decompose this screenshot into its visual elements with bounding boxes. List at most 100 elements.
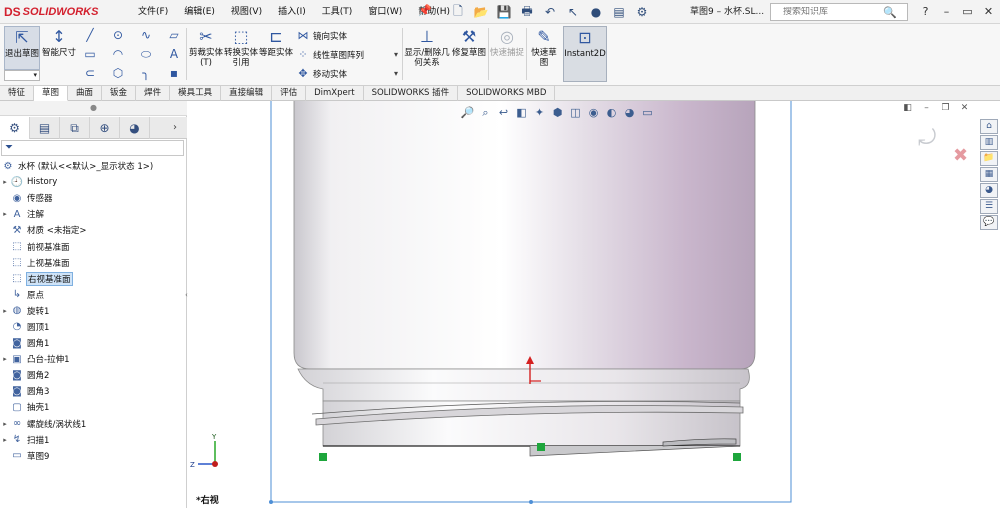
tree-item[interactable]: ▭ 草图9: [0, 448, 187, 464]
tree-item[interactable]: ▸ ↯ 扫描1: [0, 432, 187, 448]
configuration-manager-tab-icon[interactable]: ⧉: [60, 117, 90, 139]
file-properties-icon[interactable]: ▤: [609, 3, 629, 21]
mirror-entities-button[interactable]: ⋈ 镜向实体: [296, 28, 348, 44]
open-folder-icon[interactable]: 📂: [471, 3, 491, 21]
smart-dimension-button[interactable]: ↕ 智能尺寸: [42, 26, 76, 82]
rectangle-icon[interactable]: ▭: [80, 46, 100, 62]
zoom-to-fit-icon[interactable]: 🔎: [460, 105, 475, 121]
edit-appearance-icon[interactable]: ◐: [604, 105, 619, 121]
repair-sketch-button[interactable]: ⚒ 修复草图: [452, 26, 486, 82]
tab-features[interactable]: 特征: [0, 86, 35, 101]
polygon-icon[interactable]: ⬡: [108, 65, 128, 81]
tab-direct-editing[interactable]: 直接编辑: [221, 86, 273, 101]
options-gear-icon[interactable]: ⚙: [632, 3, 652, 21]
sketch-profile[interactable]: [529, 445, 741, 457]
exit-sketch-dropdown[interactable]: ▾: [4, 70, 40, 81]
tree-item[interactable]: ◙ 圆角1: [0, 335, 187, 351]
confirm-corner-icon[interactable]: ⤾: [918, 126, 936, 151]
menu-tools[interactable]: 工具(T): [314, 4, 361, 20]
tree-root[interactable]: ⚙ 水杯 (默认<<默认>_显示状态 1>): [0, 158, 187, 174]
display-style-icon[interactable]: ◫: [568, 105, 583, 121]
frame-handle[interactable]: [529, 500, 533, 504]
tab-evaluate[interactable]: 评估: [272, 86, 307, 101]
linear-pattern-button[interactable]: ⁘ 线性草图阵列: [296, 47, 364, 63]
print-icon[interactable]: 🖶: [517, 3, 537, 21]
ellipse-icon[interactable]: ⬭: [136, 46, 156, 62]
apply-scene-icon[interactable]: ◕: [622, 105, 637, 121]
save-icon[interactable]: 💾: [494, 3, 514, 21]
expand-arrow-icon[interactable]: ▸: [0, 307, 10, 315]
spline-icon[interactable]: ∿: [136, 27, 156, 43]
tree-item[interactable]: ▸ A 注解: [0, 206, 187, 222]
file-explorer-icon[interactable]: 📁: [980, 151, 998, 166]
viewport-close-icon[interactable]: ✕: [957, 101, 972, 115]
arc-icon[interactable]: ◠: [108, 46, 128, 62]
design-library-icon[interactable]: ▥: [980, 135, 998, 150]
tree-filter[interactable]: ⏷: [1, 140, 184, 156]
view-orientation-icon[interactable]: ⬢: [550, 105, 565, 121]
menu-edit[interactable]: 编辑(E): [176, 4, 223, 20]
appearances-icon[interactable]: ◕: [980, 183, 998, 198]
solidworks-logo[interactable]: DS SOLIDWORKS: [4, 3, 98, 21]
menu-file[interactable]: 文件(F): [130, 4, 176, 20]
line-icon[interactable]: ╱: [80, 27, 100, 43]
display-delete-relations-button[interactable]: ⊥ 显示/删除几何关系: [404, 26, 450, 82]
feature-manager-tab-icon[interactable]: ⚙: [0, 117, 30, 139]
quick-snaps-button[interactable]: ◎ 快速捕捉: [490, 26, 524, 82]
graphics-area[interactable]: Y Z 🔎 ⌕ ↩ ◧ ✦ ⬢ ◫ ◉ ◐ ◕ ▭ ◧ – ❐ ✕ ⌂ ▥ 📁 …: [188, 101, 1000, 508]
pin-icon[interactable]: 📌: [418, 4, 432, 18]
sketch-point[interactable]: [537, 443, 545, 451]
search-input[interactable]: [771, 7, 883, 17]
pattern-dropdown-icon[interactable]: ▾: [386, 47, 406, 63]
view-palette-icon[interactable]: ▦: [980, 167, 998, 182]
select-cursor-icon[interactable]: ↖: [563, 3, 583, 21]
new-document-icon[interactable]: 🗋: [448, 3, 468, 21]
sketch-point[interactable]: [733, 453, 741, 461]
dimxpert-manager-tab-icon[interactable]: ⊕: [90, 117, 120, 139]
expand-arrow-icon[interactable]: ▸: [0, 436, 10, 444]
viewport-minimize-icon[interactable]: –: [919, 101, 934, 115]
tree-item[interactable]: ▢ 抽壳1: [0, 399, 187, 415]
tree-item[interactable]: ◙ 圆角3: [0, 383, 187, 399]
solidworks-resources-icon[interactable]: ⌂: [980, 119, 998, 134]
slot-icon[interactable]: ⊂: [80, 65, 100, 81]
help-button[interactable]: ?: [916, 3, 935, 21]
sketch-point[interactable]: [319, 453, 327, 461]
expand-arrow-icon[interactable]: ▸: [0, 210, 10, 218]
dynamic-annotation-icon[interactable]: ✦: [532, 105, 547, 121]
zoom-area-icon[interactable]: ⌕: [478, 105, 493, 121]
custom-properties-icon[interactable]: ☰: [980, 199, 998, 214]
fillet-sketch-icon[interactable]: ╮: [136, 65, 156, 81]
previous-view-icon[interactable]: ↩: [496, 105, 511, 121]
tab-solidworks-mbd[interactable]: SOLIDWORKS MBD: [458, 86, 556, 101]
rapid-sketch-button[interactable]: ✎ 快速草图: [528, 26, 560, 82]
expand-arrow-icon[interactable]: ▸: [0, 420, 10, 428]
convert-entities-button[interactable]: ⬚ 转换实体引用: [224, 26, 258, 82]
undo-icon[interactable]: ↶: [540, 3, 560, 21]
menu-view[interactable]: 视图(V): [223, 4, 270, 20]
hide-show-items-icon[interactable]: ◉: [586, 105, 601, 121]
frame-handle[interactable]: [269, 500, 273, 504]
expand-arrow-icon[interactable]: ▸: [0, 178, 10, 186]
tree-item[interactable]: ▸ ∞ 螺旋线/涡状线1: [0, 416, 187, 432]
move-entities-button[interactable]: ✥ 移动实体: [296, 66, 347, 82]
circle-icon[interactable]: ⊙: [108, 27, 128, 43]
trim-entities-button[interactable]: ✂ 剪裁实体(T): [189, 26, 223, 82]
tab-surfaces[interactable]: 曲面: [68, 86, 103, 101]
tree-item[interactable]: ◉ 传感器: [0, 190, 187, 206]
menu-insert[interactable]: 插入(I): [270, 4, 314, 20]
minimize-button[interactable]: –: [937, 3, 956, 21]
menu-window[interactable]: 窗口(W): [360, 4, 410, 20]
viewport-maximize-icon[interactable]: ❐: [938, 101, 953, 115]
instant2d-button[interactable]: ⊡ Instant2D: [563, 26, 607, 82]
tab-weldments[interactable]: 焊件: [136, 86, 171, 101]
viewport-restore-icon[interactable]: ◧: [900, 101, 915, 115]
tree-item[interactable]: ⬚ 前视基准面: [0, 238, 187, 254]
maximize-button[interactable]: ▭: [958, 3, 977, 21]
tree-item[interactable]: ▸ 🕘 History: [0, 174, 187, 190]
search-icon[interactable]: 🔍: [883, 6, 897, 19]
tab-solidworks-addins[interactable]: SOLIDWORKS 插件: [364, 86, 459, 101]
tree-item[interactable]: ◙ 圆角2: [0, 367, 187, 383]
tab-dimxpert[interactable]: DimXpert: [306, 86, 364, 101]
tree-item[interactable]: ▸ ▣ 凸台-拉伸1: [0, 351, 187, 367]
